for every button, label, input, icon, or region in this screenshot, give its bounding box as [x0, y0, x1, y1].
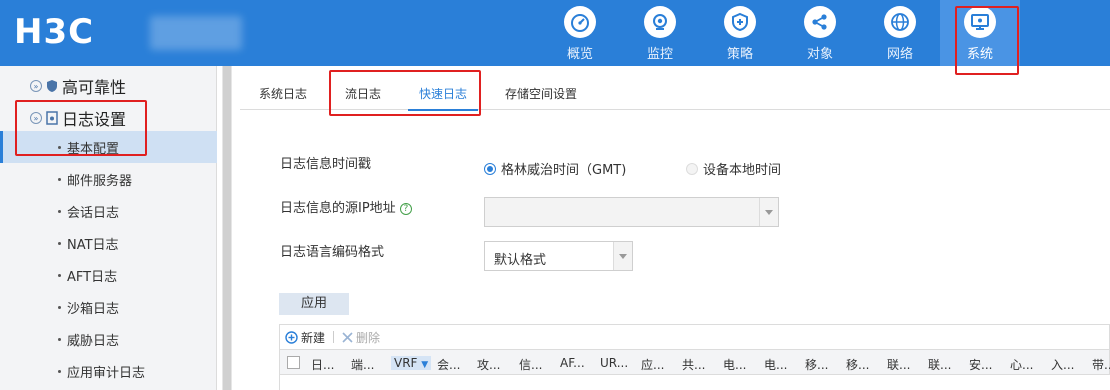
sidebar-item-mail-server[interactable]: 邮件服务器 [0, 163, 217, 195]
chevron-down-icon: » [30, 112, 42, 124]
nav-object[interactable]: 对象 [780, 0, 860, 66]
tab-storage-settings[interactable]: 存储空间设置 [486, 74, 596, 110]
table-header: 日... 端... VRF ▼ 会... 攻... 信... AF... UR.… [279, 349, 1110, 375]
tab-fast-log[interactable]: 快速日志 [400, 74, 486, 111]
sidebar-item-basic-config[interactable]: 基本配置 [0, 131, 217, 163]
sidebar-item-app-audit-log[interactable]: 应用审计日志 [0, 355, 217, 387]
source-ip-select[interactable] [484, 197, 779, 227]
main-nav: 概览 监控 策略 对象 网络 系统 [540, 0, 1020, 66]
close-icon [342, 331, 353, 343]
radio-gmt[interactable]: 格林威治时间（GMT) [484, 159, 626, 178]
column-header[interactable]: 日... [311, 356, 334, 373]
brand-logo: H3C [14, 12, 95, 52]
camera-icon [644, 6, 676, 38]
sidebar-item-label: 基本配置 [67, 141, 120, 157]
radio-label: 设备本地时间 [703, 163, 782, 178]
sidebar-item-label: 邮件服务器 [67, 173, 133, 189]
nav-label: 策略 [726, 47, 753, 62]
sidebar-item-label: AFT日志 [67, 269, 118, 285]
column-header[interactable]: 端... [351, 356, 374, 373]
select-all-checkbox[interactable] [287, 356, 300, 369]
tab-system-log[interactable]: 系统日志 [240, 74, 326, 110]
column-header[interactable]: 信... [519, 356, 542, 373]
column-header[interactable]: 共... [682, 356, 705, 373]
column-header[interactable]: 入... [1051, 356, 1074, 373]
encoding-label: 日志语言编码格式 [280, 245, 385, 260]
nav-label: 网络 [886, 47, 913, 62]
chevron-down-icon [613, 242, 632, 270]
table-toolbar: 新建 删除 [279, 324, 1110, 349]
sidebar-item-aft-log[interactable]: AFT日志 [0, 259, 217, 291]
tab-bar: 系统日志 流日志 快速日志 存储空间设置 [240, 74, 1110, 111]
column-header[interactable]: 攻... [477, 356, 500, 373]
timestamp-label: 日志信息时间戳 [280, 157, 372, 172]
column-header[interactable]: 会... [437, 356, 460, 373]
column-header[interactable]: 电... [764, 356, 787, 373]
nav-system[interactable]: 系统 [940, 0, 1020, 66]
chevron-down-icon [759, 198, 778, 226]
radio-circle [686, 162, 698, 175]
sidebar-item-label: 威胁日志 [67, 333, 120, 349]
column-header[interactable]: 移... [846, 356, 869, 373]
sidebar-item-nat-log[interactable]: NAT日志 [0, 227, 217, 259]
sidebar-item-session-log[interactable]: 会话日志 [0, 195, 217, 227]
nav-network[interactable]: 网络 [860, 0, 940, 66]
sidebar-item-sandbox-log[interactable]: 沙箱日志 [0, 291, 217, 323]
column-header[interactable]: AF... [560, 356, 585, 370]
nav-overview[interactable]: 概览 [540, 0, 620, 66]
top-bar: H3C 概览 监控 策略 对象 网络 系统 [0, 0, 1110, 66]
radio-label: 格林威治时间（GMT) [501, 163, 627, 178]
nav-label: 监控 [646, 47, 673, 62]
sidebar-item-label: 沙箱日志 [67, 301, 120, 317]
share-icon [804, 6, 836, 38]
sidebar-item-label: NAT日志 [67, 237, 119, 253]
column-header[interactable]: 联... [887, 356, 910, 373]
sidebar-group-label: 日志设置 [62, 110, 127, 129]
column-header-vrf[interactable]: VRF ▼ [391, 356, 432, 370]
delete-button[interactable]: 删除 [342, 329, 380, 346]
nav-monitor[interactable]: 监控 [620, 0, 700, 66]
tab-flow-log[interactable]: 流日志 [326, 74, 400, 110]
help-icon[interactable]: ? [399, 203, 412, 215]
column-header[interactable]: 带... [1092, 356, 1110, 373]
globe-icon [884, 6, 916, 38]
plus-circle-icon [285, 330, 298, 344]
sidebar-item-label: 应用审计日志 [67, 365, 146, 381]
column-header[interactable]: 心... [1010, 356, 1033, 373]
nav-policy[interactable]: 策略 [700, 0, 780, 66]
gauge-icon [564, 6, 596, 38]
shield-icon [724, 6, 756, 38]
caret-down-icon: ▼ [421, 360, 429, 370]
nav-label: 概览 [566, 47, 593, 62]
sidebar: » 高可靠性 » 日志设置 基本配置 邮件服务器 会话日志 NAT日志 AFT日… [0, 66, 217, 390]
new-button[interactable]: 新建 [285, 329, 325, 346]
document-gear-icon [46, 111, 58, 125]
column-header[interactable]: UR... [600, 356, 628, 370]
sidebar-item-label: 会话日志 [67, 205, 120, 221]
chevron-right-icon: » [30, 80, 42, 92]
column-header[interactable]: 移... [805, 356, 828, 373]
radio-circle [484, 162, 496, 175]
device-name-blurred [150, 16, 242, 50]
shield-small-icon [47, 80, 57, 92]
column-header[interactable]: 应... [641, 356, 664, 373]
column-header[interactable]: 电... [723, 356, 746, 373]
monitor-gear-icon [964, 6, 996, 38]
nav-label: 系统 [966, 47, 993, 62]
nav-label: 对象 [806, 47, 833, 62]
encoding-select[interactable]: 默认格式 [484, 241, 633, 271]
radio-local-time[interactable]: 设备本地时间 [686, 159, 781, 178]
sidebar-item-threat-log[interactable]: 威胁日志 [0, 323, 217, 355]
scrollbar-thumb[interactable] [223, 66, 231, 390]
column-header[interactable]: 安... [969, 356, 992, 373]
toolbar-divider [333, 331, 335, 343]
apply-button[interactable]: 应用 [279, 293, 349, 315]
sidebar-group-log-settings[interactable]: » 日志设置 [30, 106, 126, 130]
sidebar-group-label: 高可靠性 [62, 78, 127, 97]
source-ip-label: 日志信息的源IP地址 ? [280, 197, 412, 216]
table-body [279, 375, 1110, 390]
sidebar-scrollbar[interactable] [222, 66, 232, 390]
sidebar-group-ha[interactable]: » 高可靠性 [30, 74, 126, 98]
column-header[interactable]: 联... [928, 356, 951, 373]
